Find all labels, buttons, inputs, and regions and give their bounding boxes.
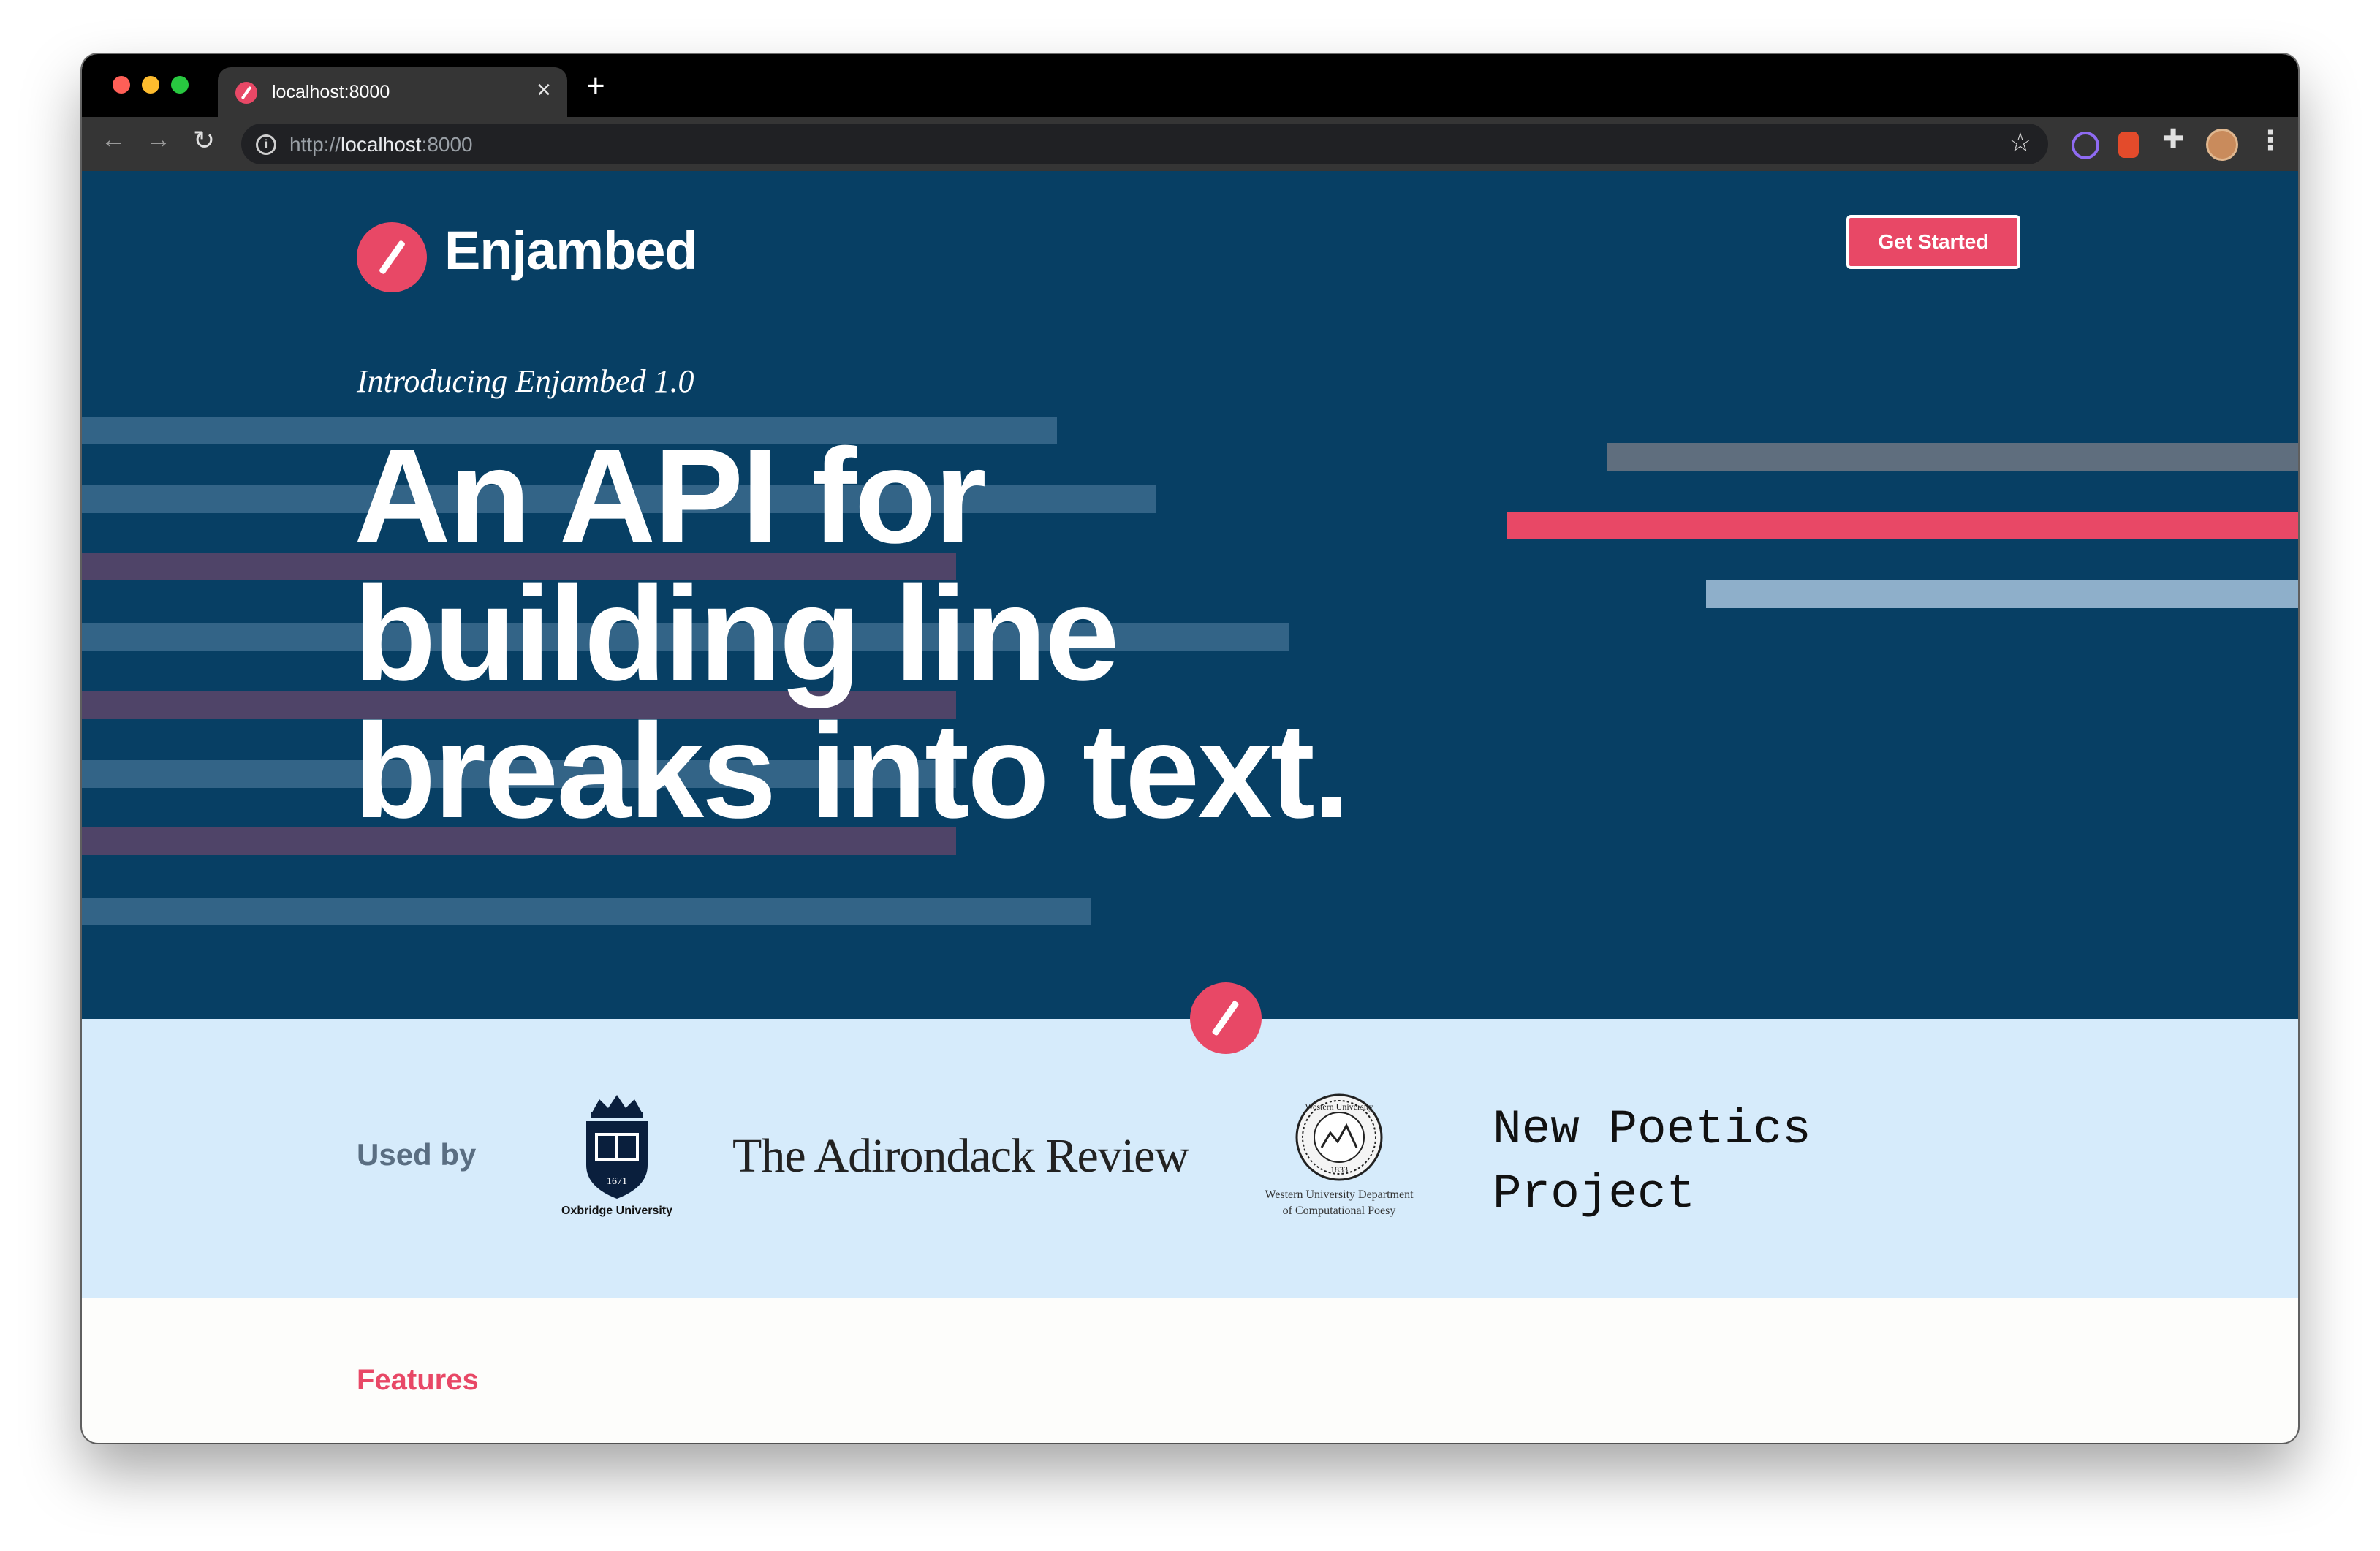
minimize-window-button[interactable] bbox=[142, 76, 159, 94]
used-by-section: Used by 1671 Oxbridge University The Adi… bbox=[82, 1019, 2298, 1298]
page-content: Enjambed Get Started Introducing Enjambe… bbox=[82, 171, 2298, 1443]
new-poetics-project-logo: New Poetics Project bbox=[1493, 1102, 1811, 1221]
star-icon[interactable]: ☆ bbox=[2009, 129, 2032, 156]
reload-icon[interactable]: ↻ bbox=[193, 127, 215, 153]
svg-text:1833: 1833 bbox=[1330, 1164, 1348, 1175]
enjambed-logo-icon[interactable] bbox=[357, 222, 427, 292]
info-icon[interactable]: i bbox=[256, 134, 276, 155]
tab-bar: localhost:8000 × + bbox=[82, 54, 2298, 117]
features-heading: Features bbox=[357, 1364, 479, 1396]
browser-tab[interactable]: localhost:8000 × bbox=[218, 67, 567, 117]
tab-title: localhost:8000 bbox=[272, 82, 390, 102]
decorative-bar bbox=[82, 898, 1091, 925]
extension-icon[interactable] bbox=[2118, 132, 2139, 158]
maximize-window-button[interactable] bbox=[171, 76, 189, 94]
svg-text:1671: 1671 bbox=[607, 1176, 627, 1187]
decorative-bar bbox=[1507, 512, 2298, 539]
browser-toolbar: ← → ↻ i http://localhost:8000 ☆ ✚ ⋮ bbox=[82, 117, 2298, 171]
favicon-icon bbox=[235, 82, 257, 104]
menu-icon[interactable]: ⋮ bbox=[2257, 127, 2284, 153]
new-tab-button[interactable]: + bbox=[586, 70, 605, 102]
western-caption: Western University Department of Computa… bbox=[1265, 1188, 1414, 1217]
get-started-button[interactable]: Get Started bbox=[1846, 215, 2020, 269]
decorative-bar bbox=[1607, 443, 2298, 471]
browser-window: localhost:8000 × + ← → ↻ i http://localh… bbox=[82, 54, 2298, 1443]
svg-text:Western University: Western University bbox=[1305, 1101, 1373, 1112]
enjambed-badge-icon bbox=[1190, 982, 1262, 1054]
seal-icon: Western University 1833 bbox=[1295, 1093, 1383, 1181]
hero-eyebrow: Introducing Enjambed 1.0 bbox=[357, 363, 694, 399]
address-bar[interactable]: i http://localhost:8000 ☆ bbox=[241, 124, 2048, 164]
close-window-button[interactable] bbox=[113, 76, 130, 94]
puzzle-icon[interactable]: ✚ bbox=[2162, 126, 2184, 152]
hero-headline: An API for building line breaks into tex… bbox=[354, 420, 1350, 846]
hero-section: Enjambed Get Started Introducing Enjambe… bbox=[82, 171, 2298, 1019]
decorative-bar bbox=[1706, 580, 2298, 608]
back-arrow-icon[interactable]: ← bbox=[101, 127, 126, 152]
forward-arrow-icon[interactable]: → bbox=[146, 127, 171, 152]
oxbridge-caption: Oxbridge University bbox=[561, 1205, 673, 1217]
logo-text[interactable]: Enjambed bbox=[444, 219, 698, 281]
western-university-logo: Western University 1833 Western Universi… bbox=[1237, 1092, 1441, 1224]
oxbridge-logo: 1671 Oxbridge University bbox=[547, 1092, 687, 1224]
crest-icon: 1671 bbox=[586, 1095, 648, 1199]
extension-icon[interactable] bbox=[2072, 132, 2099, 159]
adirondack-review-logo: The Adirondack Review bbox=[732, 1129, 1189, 1183]
profile-avatar[interactable] bbox=[2206, 129, 2238, 161]
used-by-label: Used by bbox=[357, 1137, 477, 1172]
url-text[interactable]: http://localhost:8000 bbox=[289, 133, 473, 156]
tab-close-icon[interactable]: × bbox=[537, 77, 551, 102]
